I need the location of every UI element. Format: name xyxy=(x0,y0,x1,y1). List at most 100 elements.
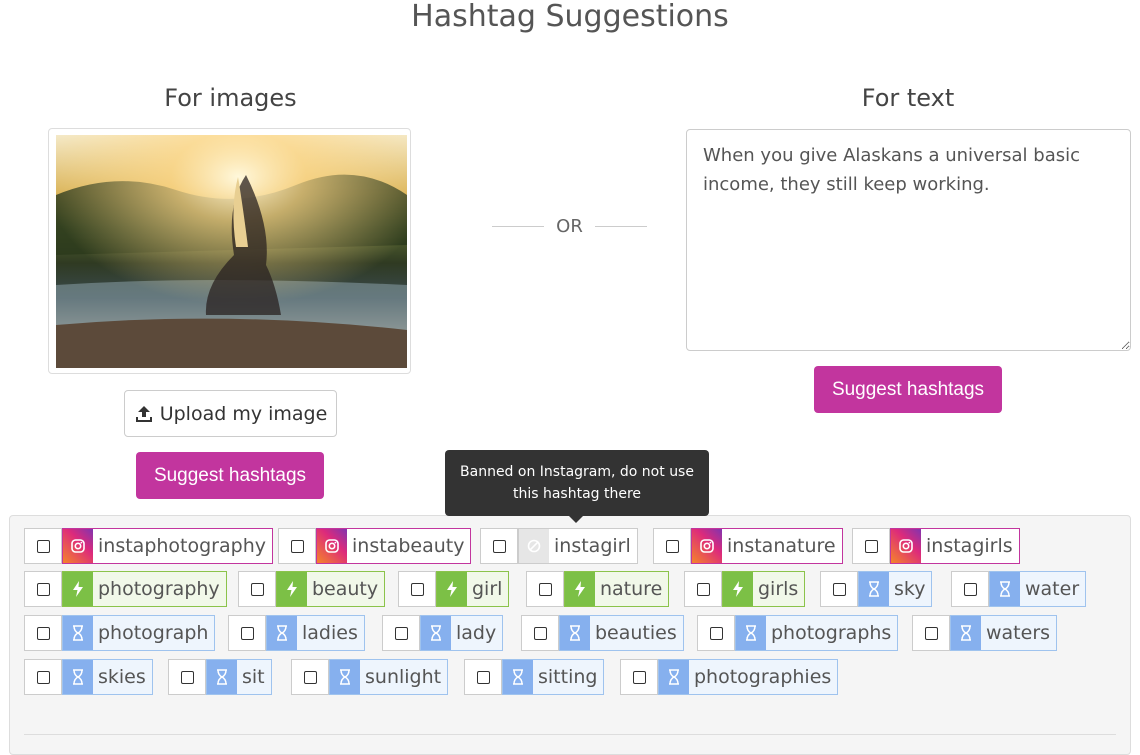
hashtag-checkbox[interactable] xyxy=(24,659,62,695)
checkbox-box[interactable] xyxy=(476,670,490,684)
hashtag-chip[interactable]: ladies xyxy=(228,615,365,651)
hashtag-checkbox[interactable] xyxy=(653,528,691,564)
hashtag-checkbox[interactable] xyxy=(620,659,658,695)
hashtag-checkbox[interactable] xyxy=(24,615,62,651)
checkbox-box[interactable] xyxy=(538,582,552,596)
hashtag-chip[interactable]: waters xyxy=(912,615,1058,651)
hashtag-chip[interactable]: beauty xyxy=(238,571,386,607)
hashtag-text: instagirl xyxy=(554,535,631,557)
hashtag-checkbox[interactable] xyxy=(24,571,62,607)
hashtag-chip[interactable]: instagirl xyxy=(480,528,638,564)
checkbox-box[interactable] xyxy=(240,626,254,640)
hashtag-chip[interactable]: sky xyxy=(820,571,933,607)
hashtag-label-box: photograph xyxy=(62,615,216,651)
hourglass-icon xyxy=(503,660,533,694)
hashtag-chip[interactable]: instagirls xyxy=(852,528,1020,564)
hashtag-checkbox[interactable] xyxy=(521,615,559,651)
checkbox-box[interactable] xyxy=(250,582,264,596)
hashtag-checkbox[interactable] xyxy=(820,571,858,607)
hashtag-text: sitting xyxy=(538,666,598,688)
checkbox-box[interactable] xyxy=(36,670,50,684)
checkbox-box[interactable] xyxy=(492,539,506,553)
suggest-hashtags-text-button[interactable]: Suggest hashtags xyxy=(814,366,1002,413)
checkbox-box[interactable] xyxy=(36,626,50,640)
hashtag-chip[interactable]: photographies xyxy=(620,659,839,695)
checkbox-box[interactable] xyxy=(864,539,878,553)
lightning-icon xyxy=(63,572,93,606)
hashtag-checkbox[interactable] xyxy=(951,571,989,607)
checkbox-box[interactable] xyxy=(632,670,646,684)
hashtag-text: instabeauty xyxy=(352,535,465,557)
hashtag-label-box: photography xyxy=(62,571,227,607)
hashtag-checkbox[interactable] xyxy=(228,615,266,651)
hashtag-text: instaphotography xyxy=(98,535,266,557)
hashtag-text: girls xyxy=(758,578,799,600)
page-title: Hashtag Suggestions xyxy=(411,0,729,34)
hashtag-text: girl xyxy=(472,578,503,600)
hashtag-chip[interactable]: water xyxy=(951,571,1087,607)
checkbox-box[interactable] xyxy=(394,626,408,640)
checkbox-box[interactable] xyxy=(410,582,424,596)
hashtag-checkbox[interactable] xyxy=(382,615,420,651)
hashtag-checkbox[interactable] xyxy=(526,571,564,607)
hashtag-chip[interactable]: instabeauty xyxy=(278,528,472,564)
hourglass-icon xyxy=(330,660,360,694)
checkbox-box[interactable] xyxy=(180,670,194,684)
hashtag-label-box: sitting xyxy=(502,659,605,695)
text-input[interactable]: When you give Alaskans a universal basic… xyxy=(686,129,1131,351)
checkbox-box[interactable] xyxy=(963,582,977,596)
hashtag-chip[interactable]: instanature xyxy=(653,528,843,564)
checkbox-box[interactable] xyxy=(665,539,679,553)
lightning-icon xyxy=(277,572,307,606)
hashtag-chip[interactable]: photographs xyxy=(697,615,899,651)
upload-image-button[interactable]: Upload my image xyxy=(124,390,337,437)
hashtag-checkbox[interactable] xyxy=(684,571,722,607)
checkbox-box[interactable] xyxy=(533,626,547,640)
checkbox-box[interactable] xyxy=(832,582,846,596)
hashtag-checkbox[interactable] xyxy=(912,615,950,651)
checkbox-box[interactable] xyxy=(709,626,723,640)
hashtag-checkbox[interactable] xyxy=(238,571,276,607)
suggest-hashtags-image-button[interactable]: Suggest hashtags xyxy=(136,452,324,499)
checkbox-box[interactable] xyxy=(36,582,50,596)
hashtag-chip[interactable]: photography xyxy=(24,571,227,607)
hashtag-chip[interactable]: sitting xyxy=(464,659,605,695)
hashtag-chip[interactable]: instaphotography xyxy=(24,528,273,564)
hashtag-chip[interactable]: beauties xyxy=(521,615,684,651)
hashtag-label-box: beauty xyxy=(276,571,386,607)
hashtag-checkbox[interactable] xyxy=(480,528,518,564)
hashtag-chip[interactable]: sit xyxy=(168,659,272,695)
hashtag-chip[interactable]: girl xyxy=(398,571,510,607)
lightning-icon xyxy=(723,572,753,606)
checkbox-box[interactable] xyxy=(696,582,710,596)
hashtag-checkbox[interactable] xyxy=(852,528,890,564)
hashtag-checkbox[interactable] xyxy=(24,528,62,564)
lightning-icon xyxy=(437,572,467,606)
hashtag-label-box: sky xyxy=(858,571,933,607)
checkbox-box[interactable] xyxy=(36,539,50,553)
hashtag-chip[interactable]: nature xyxy=(526,571,670,607)
image-preview xyxy=(48,128,411,374)
hashtag-text: sky xyxy=(894,578,926,600)
upload-image-label: Upload my image xyxy=(159,402,328,425)
hashtag-label-box: photographies xyxy=(658,659,839,695)
hashtag-chip[interactable]: photograph xyxy=(24,615,216,651)
banned-tooltip: Banned on Instagram, do not use this has… xyxy=(445,450,709,523)
hashtag-chip[interactable]: skies xyxy=(24,659,153,695)
hashtag-checkbox[interactable] xyxy=(697,615,735,651)
checkbox-box[interactable] xyxy=(303,670,317,684)
panel-divider xyxy=(24,734,1116,735)
hashtag-chip[interactable]: girls xyxy=(684,571,806,607)
hashtag-checkbox[interactable] xyxy=(291,659,329,695)
hashtag-label-box: instaphotography xyxy=(62,528,273,564)
checkbox-box[interactable] xyxy=(290,539,304,553)
hashtag-checkbox[interactable] xyxy=(464,659,502,695)
hashtag-text: photography xyxy=(98,578,220,600)
hashtag-checkbox[interactable] xyxy=(398,571,436,607)
hashtag-chip[interactable]: sunlight xyxy=(291,659,449,695)
checkbox-box[interactable] xyxy=(924,626,938,640)
hashtag-label-box: waters xyxy=(950,615,1058,651)
hashtag-chip[interactable]: lady xyxy=(382,615,504,651)
hashtag-checkbox[interactable] xyxy=(278,528,316,564)
hashtag-checkbox[interactable] xyxy=(168,659,206,695)
